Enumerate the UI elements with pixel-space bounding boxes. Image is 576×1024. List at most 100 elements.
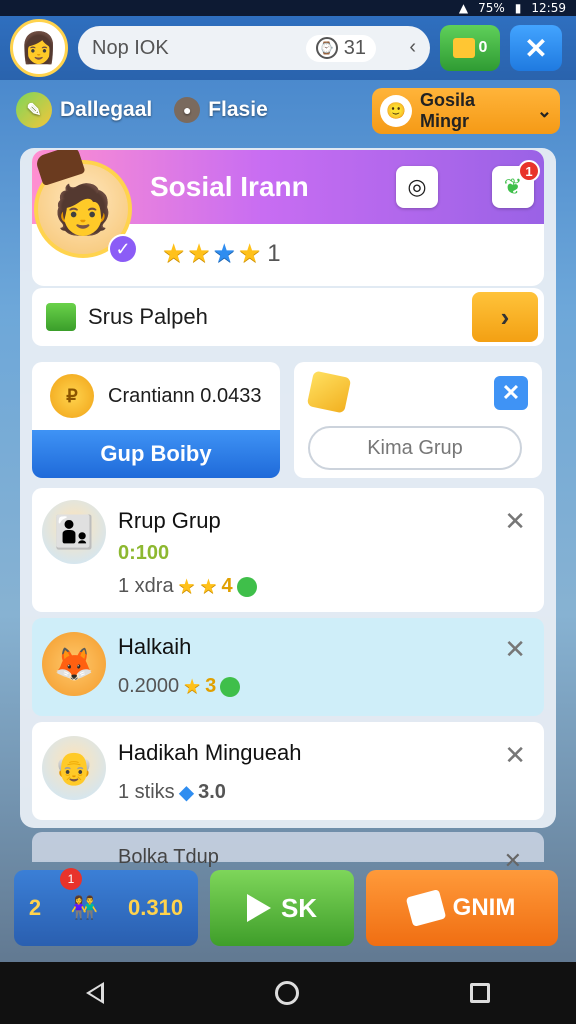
list-item-sub: 1 stiks ◆ 3.0 bbox=[118, 780, 226, 805]
timer-chip: ⌚ 31 bbox=[305, 34, 376, 62]
notification-badge: 1 bbox=[518, 160, 540, 182]
group-avatar: 👨‍👦 bbox=[42, 500, 106, 564]
play-button[interactable]: SK bbox=[210, 870, 354, 946]
gup-boiby-button[interactable]: Gup Boiby bbox=[32, 430, 280, 478]
close-icon[interactable]: ✕ bbox=[494, 376, 528, 410]
friends-left-value: 2 bbox=[28, 895, 42, 920]
blue-star-icon: ★ bbox=[212, 238, 236, 268]
chevron-left-icon[interactable]: ‹ bbox=[409, 36, 416, 59]
list-item[interactable]: 👴 Hadikah Mingueah 1 stiks ◆ 3.0 ✕ bbox=[32, 722, 544, 820]
mini-avatar-icon: 🙂 bbox=[380, 95, 412, 127]
pencil-icon: ✎ bbox=[16, 92, 52, 128]
profile-name: Sosial Irann bbox=[150, 171, 309, 202]
target-button[interactable]: ◎ bbox=[396, 166, 438, 208]
gnim-button[interactable]: GNIM bbox=[366, 870, 558, 946]
gift-box-icon bbox=[452, 38, 475, 58]
battery-icon: ▮ bbox=[514, 1, 522, 15]
play-icon bbox=[246, 894, 271, 922]
close-button[interactable]: ✕ bbox=[510, 25, 562, 71]
friends-button[interactable]: 2 👫 0.310 bbox=[14, 870, 198, 946]
sub-bar: ✎ Dallegaal ● Flasie 🙂 Gosila Mingr ⌄ bbox=[0, 82, 576, 138]
crantiann-title: Crantiann 0.0433 bbox=[108, 384, 262, 407]
sub-item-label: Flasie bbox=[208, 98, 268, 121]
close-icon[interactable]: ✕ bbox=[504, 740, 526, 771]
stars-count: 1 bbox=[267, 239, 281, 267]
home-icon[interactable] bbox=[274, 981, 299, 1005]
top-bar: 👩 Nop IOK ⌚ 31 ‹ 0 ✕ bbox=[0, 16, 576, 80]
list-item-sub-text: 1 stiks bbox=[118, 781, 175, 803]
list-item-title: Rrup Grup bbox=[118, 508, 221, 533]
crantiann-top: ₽ Crantiann 0.0433 bbox=[32, 362, 280, 430]
clock-icon: ⌚ bbox=[315, 37, 338, 59]
sub-item-dallegaal[interactable]: ✎ Dallegaal bbox=[16, 92, 152, 128]
fox-avatar: 🦊 bbox=[42, 632, 106, 696]
kima-card: ✕ Kima Grup bbox=[294, 362, 542, 478]
pelpeh-label: Srus Palpeh bbox=[88, 304, 208, 329]
sub-item-label: Dallegaal bbox=[60, 98, 153, 121]
recent-apps-icon[interactable] bbox=[470, 983, 491, 1003]
main-panel: Sosial Irann 🧑 ✓ ◎ ❦ 1 ★ ★ ★ ★ 1 Srus Pa… bbox=[20, 148, 556, 828]
star-icon: ★ bbox=[177, 576, 196, 598]
gnim-label: GNIM bbox=[452, 894, 516, 921]
system-nav-bar bbox=[0, 962, 576, 1024]
list-item-sub: 0.2000 ★ 3 bbox=[118, 674, 241, 699]
profile-card: Sosial Irann 🧑 ✓ ◎ ❦ 1 ★ ★ ★ ★ 1 bbox=[32, 150, 544, 286]
list-item-sub-value: 3.0 bbox=[198, 781, 226, 803]
list-item-sub-value: 3 bbox=[205, 675, 217, 697]
chevron-down-icon: ⌄ bbox=[536, 100, 552, 121]
friends-avatars-icon: 👫 bbox=[70, 895, 99, 920]
list-item-title: Halkaih bbox=[118, 634, 192, 659]
star-icon: ★ bbox=[162, 238, 186, 268]
list-item-title: Hadikah Mingueah bbox=[118, 740, 302, 765]
friends-right-value: 0.310 bbox=[128, 895, 184, 920]
dropdown-label: Gosila Mingr bbox=[419, 90, 475, 131]
target-icon: ◎ bbox=[407, 174, 427, 199]
gift-count: 0 bbox=[478, 39, 488, 56]
status-bar: ▲ 75% ▮ 12:59 bbox=[0, 0, 576, 16]
drop-icon: ◆ bbox=[178, 782, 195, 804]
gift-button[interactable]: 0 bbox=[440, 25, 500, 71]
clock: 12:59 bbox=[531, 1, 566, 15]
timer-value: 31 bbox=[343, 36, 366, 59]
close-icon[interactable]: ✕ bbox=[504, 506, 526, 537]
coin-icon: ₽ bbox=[50, 374, 94, 418]
star-icon: ★ bbox=[183, 676, 202, 698]
leaf-notification-button[interactable]: ❦ 1 bbox=[492, 160, 540, 208]
list-item-sub-text: 1 xdra bbox=[118, 575, 174, 597]
gosila-dropdown[interactable]: 🙂 Gosila Mingr ⌄ bbox=[372, 88, 560, 134]
star-icon: ★ bbox=[237, 238, 262, 268]
list-item-sub-value: 4 bbox=[221, 575, 233, 597]
friends-notification-badge: 1 bbox=[60, 868, 82, 890]
sub-item-flasie[interactable]: ● Flasie bbox=[174, 97, 268, 123]
list-item-sub-text: 0.2000 bbox=[118, 675, 180, 697]
list-item[interactable]: 👨‍👦 Rrup Grup 0:100 1 xdra ★ ★ 4 ✕ bbox=[32, 488, 544, 612]
green-coin-icon bbox=[220, 676, 241, 697]
green-block-icon bbox=[46, 303, 76, 331]
bag-icon: ● bbox=[174, 97, 201, 123]
player-avatar[interactable]: 👩 bbox=[10, 19, 68, 77]
group-avatar: 👴 bbox=[42, 736, 106, 800]
play-label: SK bbox=[280, 892, 318, 923]
green-coin-icon bbox=[236, 576, 257, 597]
back-icon[interactable] bbox=[85, 982, 104, 1004]
cheese-icon bbox=[306, 370, 352, 414]
pelpeh-row[interactable]: Srus Palpeh › bbox=[32, 288, 544, 346]
kima-grup-button[interactable]: Kima Grup bbox=[308, 426, 522, 470]
list-item-sub: 1 xdra ★ ★ 4 bbox=[118, 574, 257, 599]
star-icon: ★ bbox=[187, 238, 211, 268]
verified-icon: ✓ bbox=[108, 234, 138, 264]
list-item-peek[interactable] bbox=[32, 832, 544, 862]
close-icon[interactable]: ✕ bbox=[504, 634, 526, 665]
star-icon: ★ bbox=[199, 576, 218, 598]
search-text: Nop IOK bbox=[92, 36, 169, 59]
crantiann-card: ₽ Crantiann 0.0433 Gup Boiby bbox=[32, 362, 280, 478]
search-field[interactable]: Nop IOK ⌚ 31 ‹ bbox=[78, 26, 430, 70]
rating-stars: ★ ★ ★ ★ 1 bbox=[162, 238, 281, 269]
arrow-right-button[interactable]: › bbox=[472, 292, 538, 342]
list-item-score: 0:100 bbox=[118, 542, 170, 564]
list-item[interactable]: 🦊 Halkaih 0.2000 ★ 3 ✕ bbox=[32, 618, 544, 716]
bottom-actions: 2 👫 0.310 1 SK GNIM bbox=[0, 866, 576, 950]
box-icon bbox=[405, 889, 446, 927]
battery-level: 75% bbox=[478, 1, 505, 15]
signal-icon: ▲ bbox=[458, 1, 469, 15]
